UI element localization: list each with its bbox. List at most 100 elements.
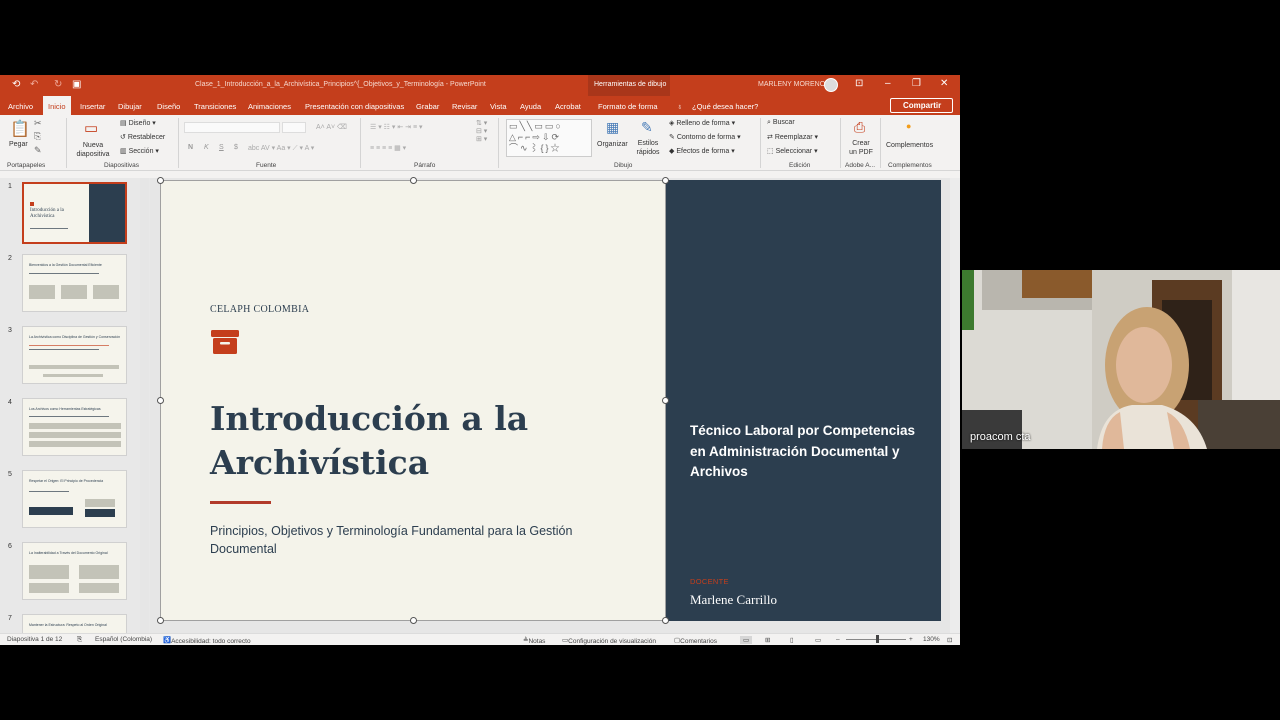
zoom-in-icon[interactable]: + [909,636,913,643]
program-title[interactable]: Técnico Laboral por Competencias en Admi… [690,421,920,483]
reading-view-icon[interactable]: ▯ [790,636,794,644]
spellcheck-icon[interactable]: ⎘ [77,636,82,644]
slide[interactable]: CELAPH COLOMBIA Introducción a la Archiv… [160,180,941,621]
minimize-icon[interactable]: – [885,78,891,89]
shadow-button[interactable]: $ [234,144,238,151]
tab-archivo[interactable]: Archivo [8,96,33,115]
create-pdf-button[interactable]: Crear un PDF [849,139,873,157]
close-icon[interactable]: ✕ [940,78,948,89]
autosave-icon[interactable]: ⟲ [12,79,20,90]
language-status[interactable]: Español (Colombia) [95,636,152,643]
tab-insertar[interactable]: Insertar [80,96,105,115]
font-more-buttons[interactable]: abc AV ▾ Aa ▾ ⟋ ▾ A ▾ [248,144,314,153]
slide-thumbnail-6[interactable]: La Inalterabilidad a Través del Document… [22,542,127,600]
resize-handle[interactable] [410,617,417,624]
comments-button[interactable]: ▢ Comentarios [674,636,717,645]
avatar[interactable] [824,78,838,92]
tab-revisar[interactable]: Revisar [452,96,477,115]
normal-view-icon[interactable]: ▭ [740,636,753,644]
teacher-label[interactable]: DOCENTE [690,577,729,586]
replace-button[interactable]: ⇄ Reemplazar ▾ [767,133,818,141]
shape-outline-button[interactable]: ✎ Contorno de forma ▾ [669,133,741,141]
teacher-name[interactable]: Marlene Carrillo [690,592,777,608]
new-slide-icon[interactable]: ▭ [84,119,98,137]
pdf-icon[interactable]: ⎙ [854,119,865,136]
addins-icon[interactable]: ● [906,121,911,131]
slide-sorter-icon[interactable]: ⊞ [765,636,770,644]
resize-handle[interactable] [662,177,669,184]
resize-handle[interactable] [157,397,164,404]
resize-handle[interactable] [662,397,669,404]
new-slide-button[interactable]: Nueva diapositiva [72,141,114,159]
tab-grabar[interactable]: Grabar [416,96,439,115]
customize-toolbar-icon[interactable]: ▣ [72,79,81,90]
text-direction-buttons[interactable]: ⇅ ▾ ⊟ ▾ ⊞ ▾ [476,119,487,143]
tab-transiciones[interactable]: Transiciones [194,96,236,115]
shape-fill-button[interactable]: ◈ Relleno de forma ▾ [669,119,735,127]
slide-subtitle[interactable]: Principios, Objetivos y Terminología Fun… [210,522,590,558]
slide-thumbnail-5[interactable]: Respetar el Origen: El Principio de Proc… [22,470,127,528]
tab-diseno[interactable]: Diseño [157,96,180,115]
redo-icon[interactable]: ↻ [54,79,62,90]
org-name[interactable]: CELAPH COLOMBIA [210,304,309,315]
restore-icon[interactable]: ❐ [912,78,921,89]
zoom-out-icon[interactable]: – [836,636,840,643]
find-button[interactable]: ⌕ Buscar [767,119,795,127]
reset-button[interactable]: ↺ Restablecer [120,133,165,141]
italic-button[interactable]: K [204,144,209,151]
addins-button[interactable]: Complementos [886,142,933,149]
undo-icon[interactable]: ↶ [30,79,38,90]
tab-acrobat[interactable]: Acrobat [555,96,581,115]
resize-handle[interactable] [662,617,669,624]
slide-thumbnail-7[interactable]: Mantener la Estructura: Respeto al Orden… [22,614,127,633]
quick-styles-icon[interactable]: ✎ [641,119,653,136]
select-button[interactable]: ⬚ Seleccionar ▾ [767,147,818,155]
slide-title[interactable]: Introducción a la Archivística [210,397,630,485]
tab-dibujar[interactable]: Dibujar [118,96,142,115]
section-button[interactable]: ▥ Sección ▾ [120,147,159,155]
slide-thumbnail-4[interactable]: Los Archivos como Herramientas Estratégi… [22,398,127,456]
slideshow-icon[interactable]: ▭ [815,636,821,644]
display-settings-button[interactable]: ▭ Configuración de visualización [562,636,656,645]
underline-button[interactable]: S [219,144,224,151]
tab-formato-forma[interactable]: Formato de forma [598,96,658,115]
font-family-select[interactable] [184,122,280,133]
shapes-gallery[interactable]: ▭╲╲▭▭○ △⌐⌐⇨⇩⟳ ⌒∿⌇{}☆ [506,119,592,157]
resize-handle[interactable] [410,177,417,184]
align-buttons[interactable]: ≡ ≡ ≡ ≡ ▦ ▾ [370,144,406,152]
fit-to-window-icon[interactable]: ⊡ [947,636,952,644]
tab-presentacion[interactable]: Presentación con diapositivas [305,96,404,115]
tell-me-input[interactable]: ¿Qué desea hacer? [692,96,758,115]
thumbnails-scrollbar[interactable] [140,178,149,633]
user-name[interactable]: MARLENY MORENO [758,81,825,88]
share-button[interactable]: Compartir [890,98,953,113]
ribbon-display-icon[interactable]: ⊡ [855,78,863,89]
tab-ayuda[interactable]: Ayuda [520,96,541,115]
font-size-buttons[interactable]: A˄ A˅ ⌫ [316,123,347,131]
resize-handle[interactable] [157,617,164,624]
copy-icon[interactable]: ⎘ [34,131,41,142]
tab-vista[interactable]: Vista [490,96,507,115]
resize-handle[interactable] [157,177,164,184]
paste-button[interactable]: Pegar [9,141,28,148]
slide-thumbnail-3[interactable]: La Archivística como Disciplina de Gesti… [22,326,127,384]
zoom-level[interactable]: 130% [923,636,940,643]
tab-inicio[interactable]: Inicio [43,96,71,115]
accessibility-status[interactable]: ♿ Accesibilidad: todo correcto [163,636,251,645]
slide-scrollbar[interactable] [950,178,960,633]
notes-button[interactable]: ≜ Notas [523,636,545,645]
arrange-icon[interactable]: ▦ [606,119,619,136]
quick-styles-button[interactable]: Estilos rápidos [632,139,664,157]
layout-button[interactable]: ▤ Diseño ▾ [120,119,156,127]
slide-thumbnails-panel[interactable]: 1 Introducción a la Archivística 2 Bienv… [0,178,150,633]
font-size-select[interactable] [282,122,306,133]
shape-effects-button[interactable]: ◆ Efectos de forma ▾ [669,147,735,155]
list-buttons[interactable]: ☰ ▾ ☷ ▾ ⇤ ⇥ ≡ ▾ [370,123,423,131]
slide-thumbnail-1[interactable]: Introducción a la Archivística [22,182,127,244]
tab-animaciones[interactable]: Animaciones [248,96,291,115]
zoom-slider-thumb[interactable] [876,635,879,643]
slide-thumbnail-2[interactable]: Bienvenidos a la Gestión Documental Efic… [22,254,127,312]
bold-button[interactable]: N [188,144,193,151]
paste-icon[interactable]: 📋 [10,119,30,139]
format-painter-icon[interactable]: ✎ [34,145,42,156]
